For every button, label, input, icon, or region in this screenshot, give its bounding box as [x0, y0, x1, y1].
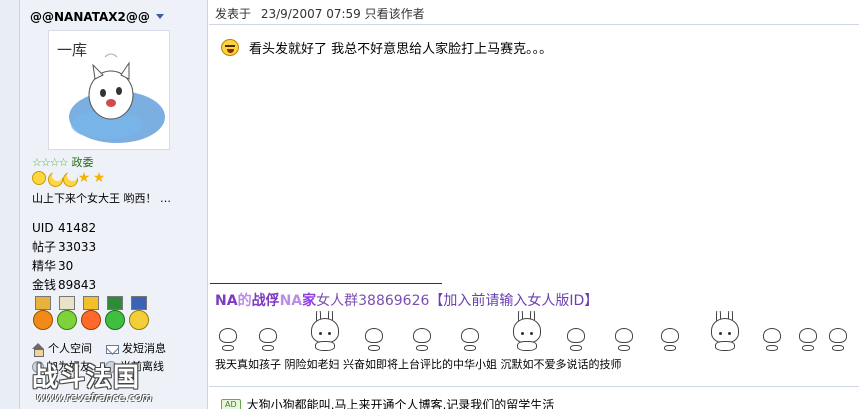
rank-stars: ☆☆☆☆ — [32, 155, 68, 169]
post-body: 看头发就好了 我总不好意思给人家脸打上马赛克。。。 — [221, 38, 552, 57]
medal-green-apple-icon[interactable] — [56, 296, 78, 332]
stat-value: 89843 — [58, 278, 97, 292]
ad-badge: AD — [221, 398, 241, 409]
stat-label: 金钱 — [32, 278, 57, 292]
stat-label: 精华 — [32, 259, 57, 273]
home-icon — [32, 343, 45, 357]
divider — [209, 24, 859, 25]
level-icons: ★ ★ — [32, 170, 106, 187]
add-friend-label[interactable]: 加为好友 — [47, 358, 91, 376]
send-message-link[interactable]: 发短消息 — [106, 340, 166, 358]
online-status-label: 当前离线 — [120, 360, 164, 373]
personal-space-link[interactable]: 个人空间 — [32, 340, 92, 358]
ad-link[interactable]: 大狗小狗都能叫,马上来开通个人博客,记录我们的留学生活 — [247, 396, 555, 409]
post-meta-prefix: 发表于 — [215, 7, 252, 21]
stat-value: 41482 — [58, 221, 97, 235]
sun-icon — [32, 171, 46, 185]
mail-icon — [106, 344, 119, 354]
rabbit-figure — [799, 327, 817, 351]
signature-captions: 我天真如孩子 阴险如老妇 兴奋如即将上台评比的中华小姐 沉默如不爱多说话的技师 — [215, 358, 622, 371]
stat-uid: UID 41482 — [32, 219, 96, 238]
post-content-area: 发表于 23/9/2007 07:59 只看该作者 看头发就好了 我总不好意思给… — [209, 0, 859, 409]
ad-line[interactable]: AD 大狗小狗都能叫,马上来开通个人博客,记录我们的留学生活 — [221, 396, 554, 409]
stat-posts: 帖子 33033 — [32, 238, 96, 257]
rabbit-figure — [311, 311, 339, 351]
group-note: 【加入前请输入女人版ID】 — [429, 293, 599, 309]
author-username[interactable]: @@NANATAX2@@ — [30, 10, 150, 24]
post-text: 看头发就好了 我总不好意思给人家脸打上马赛克。。。 — [249, 42, 553, 57]
author-sidebar: @@NANATAX2@@ 一库 ☆☆☆☆ 政委 ★ ★ 山上下来个女大王 哟西！… — [20, 0, 208, 409]
group-name: 女人群38869626 — [316, 293, 430, 309]
medal-red-flower-icon[interactable] — [80, 296, 102, 332]
person-icon — [32, 361, 44, 373]
moon-icon — [62, 170, 78, 187]
rank-title: 政委 — [71, 156, 94, 169]
star-icon: ★ — [92, 170, 106, 186]
rabbit-figure — [461, 327, 479, 351]
medals — [32, 296, 150, 332]
user-action-links: 个人空间 发短消息 加为好友 当前离线 — [32, 340, 166, 376]
group-na-1: NA — [215, 293, 238, 309]
grin-emoticon-icon — [221, 39, 239, 56]
stat-value: 30 — [58, 259, 74, 273]
author-only-link[interactable]: 只看该作者 — [365, 7, 425, 21]
moon-icon — [47, 170, 63, 187]
chevron-down-icon[interactable] — [156, 14, 164, 19]
avatar: 一库 — [48, 30, 170, 150]
personal-space-label[interactable]: 个人空间 — [48, 340, 92, 358]
divider — [209, 386, 859, 387]
stat-value: 33033 — [58, 240, 97, 254]
rabbit-figure — [567, 327, 585, 351]
medal-blue-star-icon[interactable] — [128, 296, 150, 332]
online-status: 当前离线 — [105, 358, 164, 376]
rabbit-figure — [219, 327, 237, 351]
medal-clover-icon[interactable] — [104, 296, 126, 332]
signature-divider — [210, 283, 442, 284]
rabbit-figure — [259, 327, 277, 351]
post-meta: 发表于 23/9/2007 07:59 只看该作者 — [215, 5, 425, 22]
rabbit-figure — [763, 327, 781, 351]
left-margin-strip — [0, 0, 20, 409]
rabbit-figure — [365, 327, 383, 351]
stat-money: 金钱 89843 — [32, 276, 96, 295]
post-date: 23/9/2007 07:59 — [260, 7, 361, 21]
rank-row: ☆☆☆☆ 政委 — [32, 154, 93, 170]
user-custom-title: 山上下来个女大王 哟西！ … — [32, 192, 171, 205]
rabbit-figure — [413, 327, 431, 351]
add-friend-link[interactable]: 加为好友 — [32, 358, 91, 376]
signature-group-line: NA的战俘NA家女人群38869626【加入前请输入女人版ID】 — [215, 290, 598, 310]
stat-label: 帖子 — [32, 240, 57, 254]
send-message-label[interactable]: 发短消息 — [122, 340, 166, 358]
stat-label: UID — [32, 221, 54, 235]
signature-banner — [215, 311, 859, 353]
star-icon: ★ — [77, 170, 91, 186]
medal-orange-icon[interactable] — [32, 296, 54, 332]
watermark-url: www.revefrance.com — [36, 391, 153, 404]
group-jia: 家 — [302, 293, 317, 309]
user-stats: UID 41482 帖子 33033 精华 30 金钱 89843 — [32, 219, 96, 295]
avatar-caption: 一库 — [57, 41, 88, 59]
rabbit-figure — [711, 311, 739, 351]
rabbit-figure — [661, 327, 679, 351]
rabbit-figure — [829, 327, 847, 351]
group-zhanfu: 战俘 — [251, 293, 280, 309]
offline-status-icon — [105, 361, 117, 373]
rabbit-figure — [513, 311, 541, 351]
rabbit-figure — [615, 327, 633, 351]
group-de: 的 — [237, 293, 252, 309]
group-na-2: NA — [279, 293, 303, 309]
stat-digest: 精华 30 — [32, 257, 96, 276]
